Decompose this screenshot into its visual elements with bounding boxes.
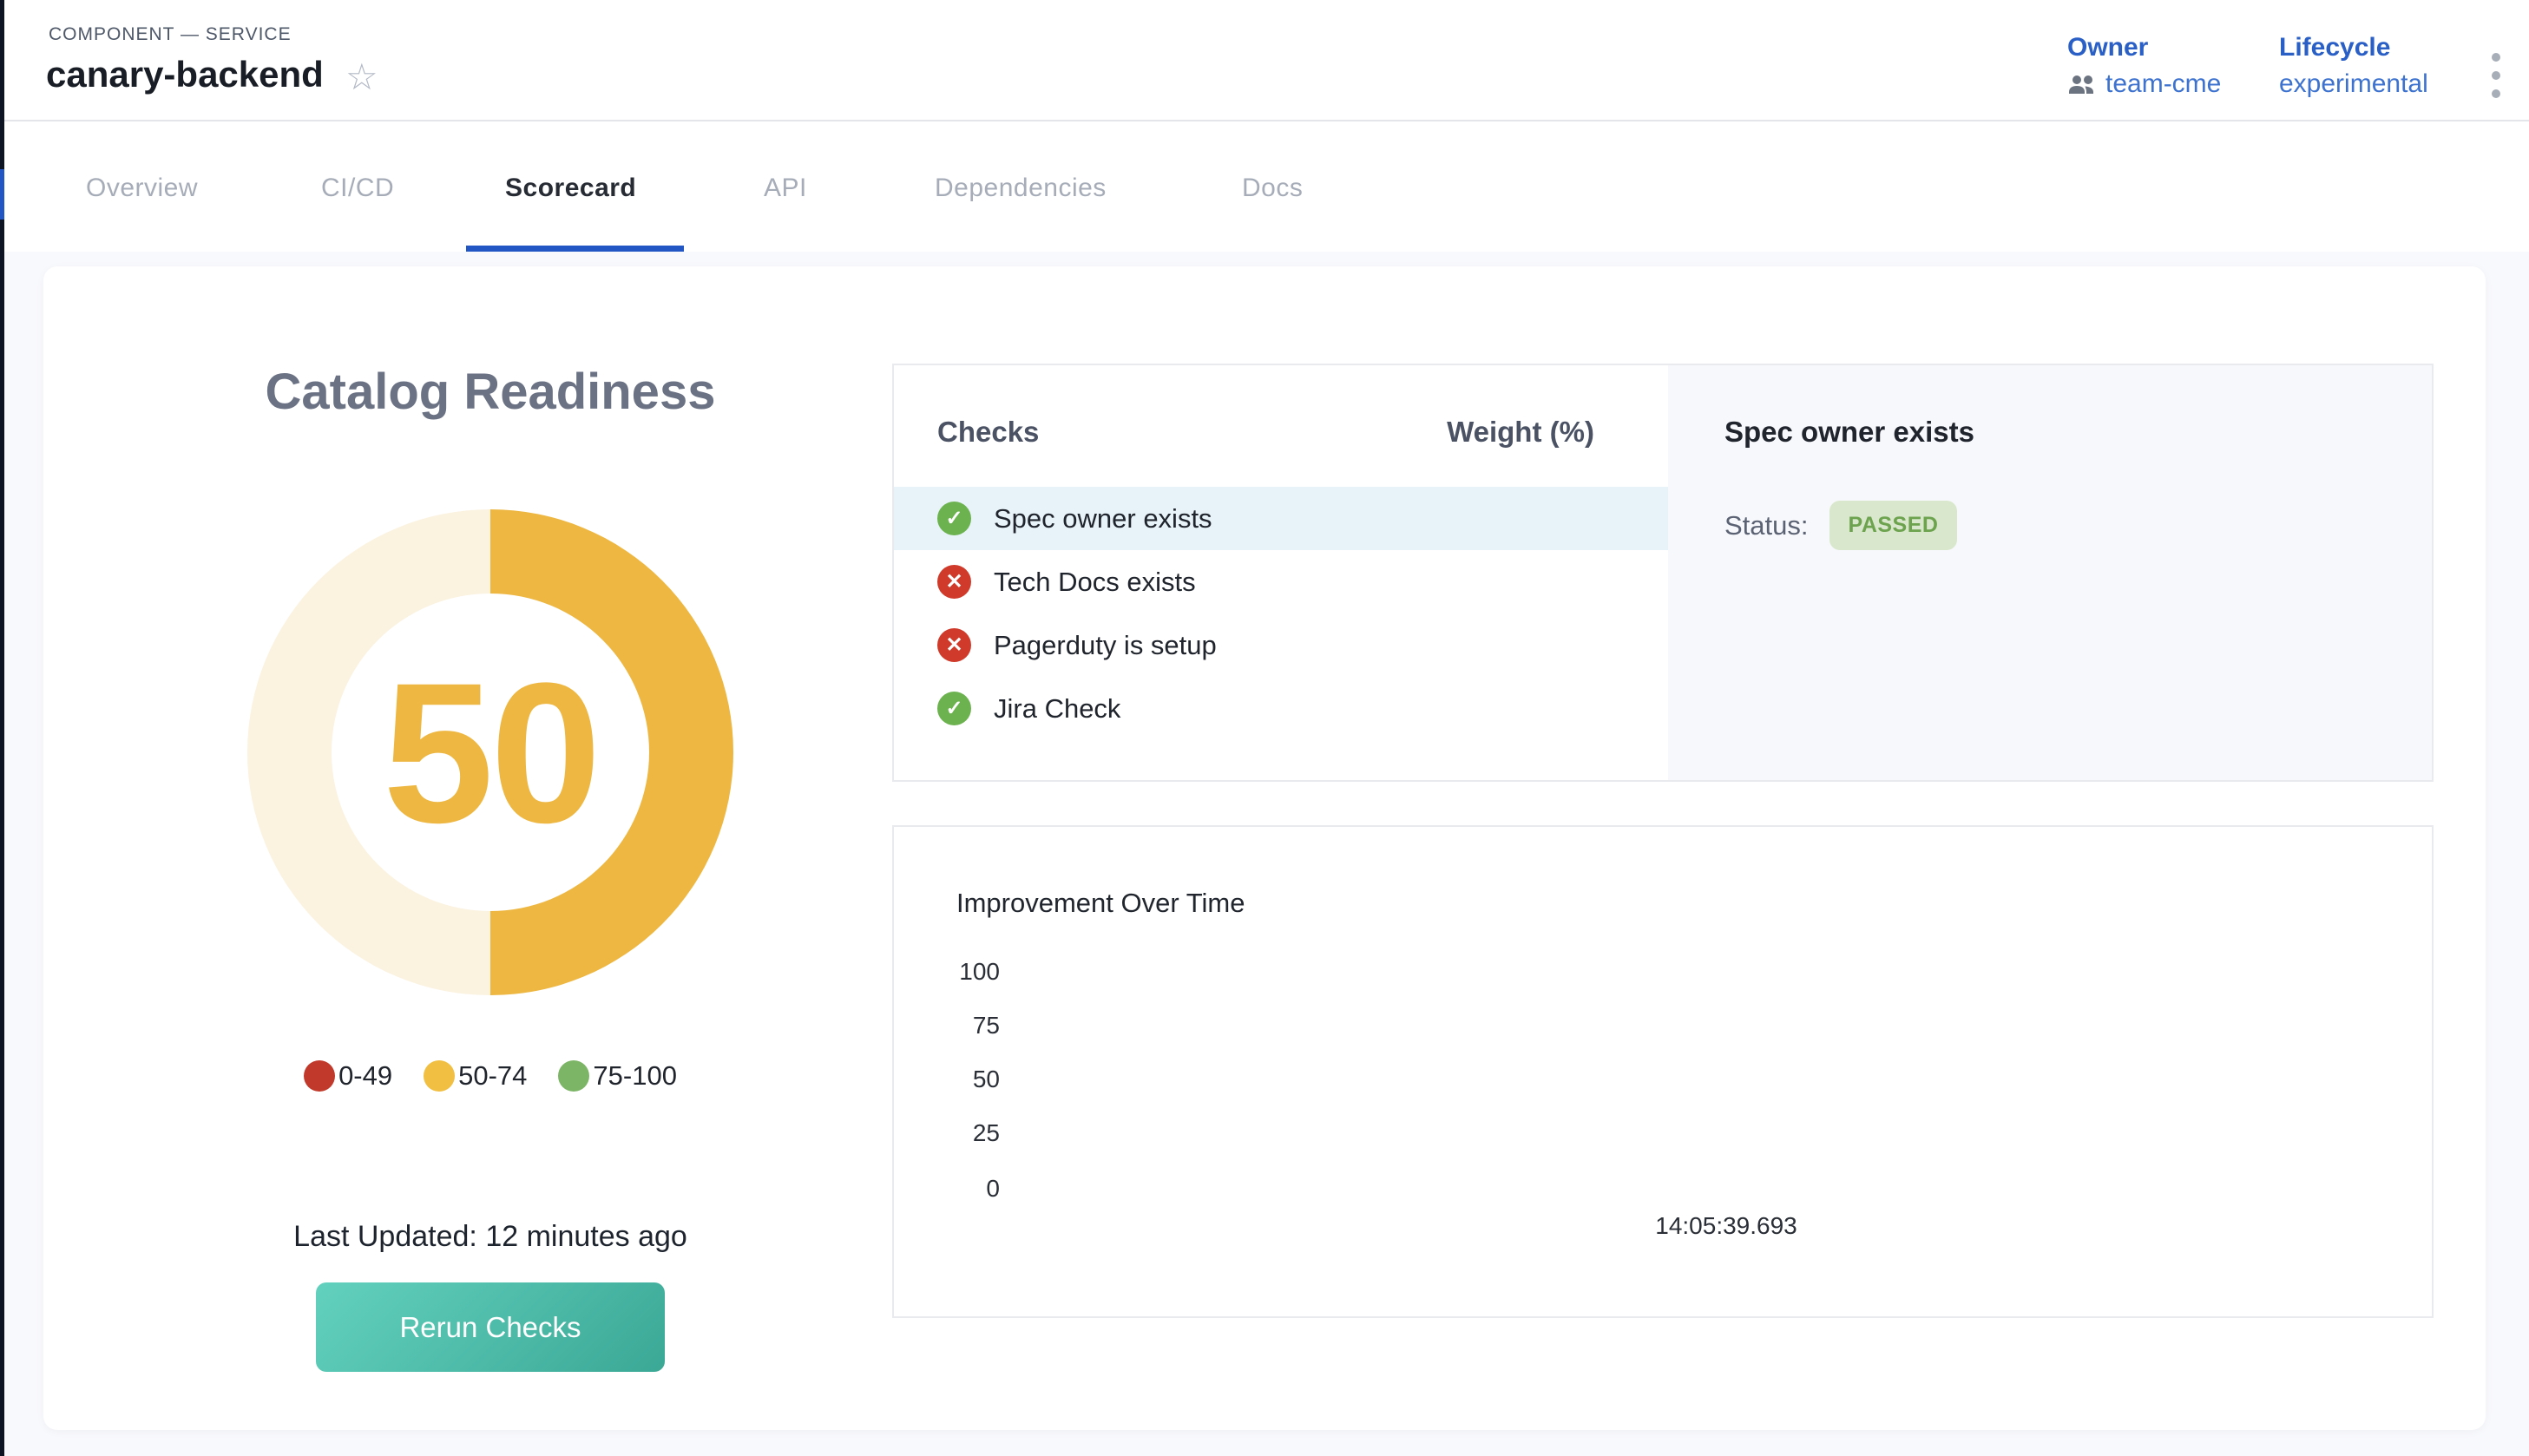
owner-block: Owner team-cme: [2067, 33, 2221, 99]
scorecard-title: Catalog Readiness: [143, 363, 838, 421]
check-icon: ✓: [937, 692, 971, 725]
y-axis-tick: 0: [930, 1175, 1000, 1203]
check-detail-panel: Spec owner exists Status: PASSED: [1668, 365, 2432, 780]
tab-dependencies[interactable]: Dependencies: [935, 174, 1107, 203]
active-tab-underline: [466, 246, 684, 252]
weight-column-header: Weight (%): [1425, 416, 1616, 449]
y-axis-tick: 100: [930, 958, 1000, 986]
check-row[interactable]: ✕Pagerduty is setup25: [894, 613, 1668, 677]
rerun-checks-button[interactable]: Rerun Checks: [316, 1282, 665, 1372]
tab-cicd[interactable]: CI/CD: [321, 174, 394, 203]
tab-bar: Overview CI/CD Scorecard API Dependencie…: [0, 123, 2529, 252]
lifecycle-value: experimental: [2279, 69, 2428, 99]
check-icon: ✓: [937, 502, 971, 535]
tab-api[interactable]: API: [764, 174, 807, 203]
score-value: 50: [383, 638, 598, 868]
check-detail-title: Spec owner exists: [1724, 416, 1974, 449]
legend-dot-red: [304, 1060, 335, 1092]
breadcrumb: COMPONENT — SERVICE: [49, 24, 292, 45]
favorite-star-icon[interactable]: ☆: [345, 59, 378, 95]
checks-column-header: Checks: [937, 416, 1039, 449]
x-icon: ✕: [937, 628, 971, 662]
score-gauge-inner: 50: [332, 594, 649, 911]
tab-indicator-edge: [0, 169, 4, 220]
lifecycle-block: Lifecycle experimental: [2279, 33, 2428, 99]
legend-item: 0-49: [304, 1060, 392, 1092]
kebab-menu-icon[interactable]: [2480, 45, 2512, 106]
entity-header: COMPONENT — SERVICE canary-backend ☆ Own…: [0, 0, 2529, 121]
y-axis-tick: 50: [930, 1066, 1000, 1093]
status-label: Status:: [1724, 510, 1809, 541]
tab-scorecard[interactable]: Scorecard: [505, 174, 636, 203]
lifecycle-label: Lifecycle: [2279, 33, 2428, 62]
y-axis-tick: 75: [930, 1012, 1000, 1040]
tab-overview[interactable]: Overview: [86, 174, 198, 203]
last-updated-text: Last Updated: 12 minutes ago: [143, 1220, 838, 1254]
status-badge: PASSED: [1829, 501, 1958, 550]
score-gauge: 50: [247, 509, 733, 995]
page-title: canary-backend: [46, 54, 324, 95]
tab-docs[interactable]: Docs: [1242, 174, 1303, 203]
people-icon: [2067, 73, 2097, 95]
checks-table: ✓Spec owner exists25✕Tech Docs exists25✕…: [894, 487, 1668, 740]
check-name: Spec owner exists: [994, 503, 1668, 535]
check-name: Jira Check: [994, 693, 1668, 725]
owner-value[interactable]: team-cme: [2067, 69, 2221, 99]
legend-dot-green: [558, 1060, 589, 1092]
status-row: Status: PASSED: [1724, 501, 1957, 550]
check-name: Pagerduty is setup: [994, 630, 1668, 661]
check-row[interactable]: ✕Tech Docs exists25: [894, 550, 1668, 613]
check-name: Tech Docs exists: [994, 567, 1668, 598]
legend-item: 50-74: [424, 1060, 527, 1092]
legend-dot-amber: [424, 1060, 455, 1092]
x-icon: ✕: [937, 565, 971, 599]
owner-label: Owner: [2067, 33, 2221, 62]
x-axis-tick: 14:05:39.693: [1613, 1212, 1839, 1240]
legend-item: 75-100: [558, 1060, 677, 1092]
chart-title: Improvement Over Time: [956, 888, 1245, 919]
check-row[interactable]: ✓Jira Check25: [894, 677, 1668, 740]
checks-panel: Checks Weight (%) ✓Spec owner exists25✕T…: [892, 364, 2434, 782]
check-row[interactable]: ✓Spec owner exists25: [894, 487, 1668, 550]
improvement-chart-panel: Improvement Over Time 100 75 50 25 0 14:…: [892, 825, 2434, 1318]
y-axis-tick: 25: [930, 1119, 1000, 1147]
score-legend: 0-49 50-74 75-100: [143, 1060, 838, 1092]
